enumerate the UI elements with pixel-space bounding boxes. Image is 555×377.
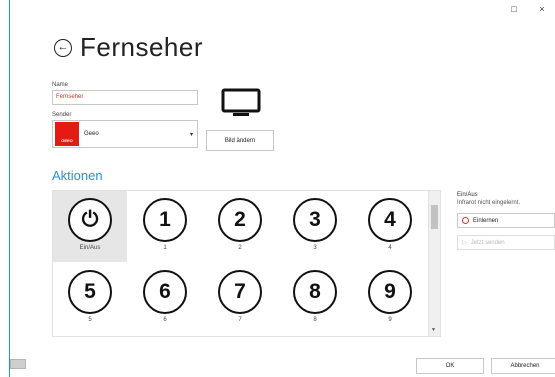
sender-logo: GEEO	[55, 122, 79, 146]
cancel-button[interactable]: Abbrechen	[491, 358, 555, 374]
actions-section-title: Aktionen	[52, 168, 103, 183]
send-now-button[interactable]: ▷ Jetzt senden	[457, 235, 555, 250]
number-circle-icon: 5	[68, 270, 112, 314]
action-label: 1	[163, 245, 167, 251]
sender-label: Sender	[52, 112, 72, 118]
action-label: 2	[238, 245, 242, 251]
sender-value: Geeo	[84, 131, 99, 137]
action-tile[interactable]: 77	[203, 263, 277, 334]
sender-logo-text: GEEO	[61, 138, 73, 143]
action-label: 9	[388, 317, 392, 323]
window-controls: □ ×	[507, 4, 549, 14]
name-input[interactable]: Fernseher	[52, 90, 198, 105]
scrollbar-thumb[interactable]	[431, 205, 438, 229]
action-label: 7	[238, 317, 242, 323]
record-ring-icon	[462, 217, 469, 224]
action-label: 3	[313, 245, 317, 251]
action-tile[interactable]: 22	[203, 191, 277, 262]
action-tile[interactable]: 66	[128, 263, 202, 334]
number-circle-icon: 4	[368, 198, 412, 242]
action-tile[interactable]: 44	[353, 191, 427, 262]
sender-dropdown[interactable]: GEEO Geeo ▾	[52, 120, 198, 148]
action-tile[interactable]: 88	[278, 263, 352, 334]
scrollbar[interactable]: ▼	[428, 191, 440, 336]
name-label: Name	[52, 82, 69, 88]
number-circle-icon: 3	[293, 198, 337, 242]
ok-button[interactable]: OK	[416, 358, 484, 374]
power-icon: ⏻	[68, 198, 112, 242]
action-label: 6	[163, 317, 167, 323]
detail-title: Ein/Aus	[457, 192, 478, 198]
action-detail-panel: Ein/Aus Infrarot nicht eingelernt. Einle…	[457, 192, 555, 250]
action-tile[interactable]: 11	[128, 191, 202, 262]
scroll-down-icon[interactable]: ▼	[431, 327, 436, 333]
actions-panel: ⏻ Ein/Aus 1 1 2 2 3 3 4 4 5 5 6 6 7 7 8 8 9 9 ▼	[52, 190, 441, 337]
number-circle-icon: 2	[218, 198, 262, 242]
action-tile[interactable]: 33	[278, 191, 352, 262]
tv-icon	[221, 88, 261, 123]
action-tile[interactable]: 55	[53, 263, 127, 334]
number-circle-icon: 9	[368, 270, 412, 314]
action-label: 5	[88, 317, 92, 323]
restore-button[interactable]: □	[507, 4, 521, 14]
left-edge-bar	[0, 0, 10, 377]
action-tile[interactable]: 99	[353, 263, 427, 334]
send-now-label: Jetzt senden	[470, 239, 505, 246]
page-header: ← Fernseher	[54, 32, 203, 63]
page-title: Fernseher	[80, 32, 203, 62]
play-icon: ▷	[462, 240, 467, 246]
action-label: 8	[313, 317, 317, 323]
number-circle-icon: 8	[293, 270, 337, 314]
learn-button[interactable]: Einlernen	[457, 213, 555, 228]
taskbar-thumbnail[interactable]	[10, 359, 26, 369]
number-circle-icon: 1	[143, 198, 187, 242]
learn-label: Einlernen	[473, 217, 499, 224]
action-grid: ⏻ Ein/Aus 1 1 2 2 3 3 4 4 5 5 6 6 7 7 8 8 9 9	[53, 191, 429, 336]
number-circle-icon: 6	[143, 270, 187, 314]
action-label: Ein/Aus	[79, 245, 101, 251]
change-image-button[interactable]: Bild ändern	[206, 130, 274, 151]
back-arrow-icon[interactable]: ←	[54, 38, 72, 57]
detail-status: Infrarot nicht eingelernt.	[457, 200, 521, 206]
close-button[interactable]: ×	[535, 4, 549, 14]
action-tile[interactable]: ⏻ Ein/Aus	[53, 191, 127, 262]
action-label: 4	[388, 245, 392, 251]
number-circle-icon: 7	[218, 270, 262, 314]
chevron-down-icon: ▾	[189, 131, 193, 138]
